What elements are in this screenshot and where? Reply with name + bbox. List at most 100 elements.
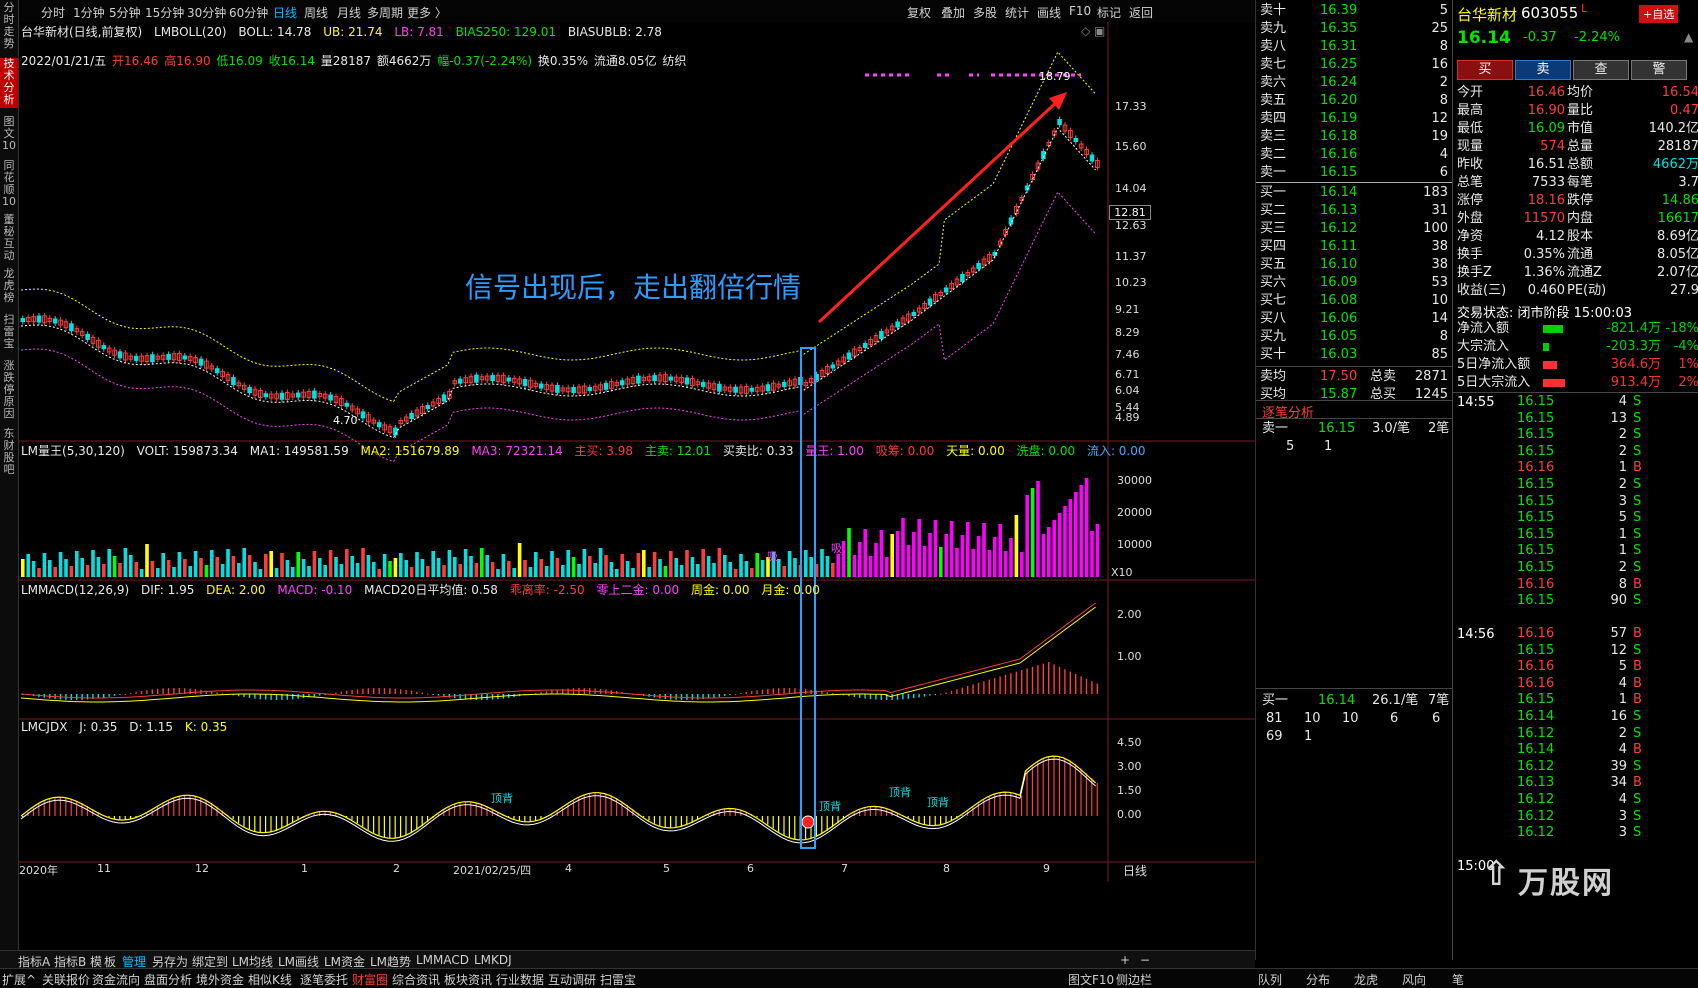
sidebar-toggle-tab[interactable]: 侧边栏	[1116, 971, 1152, 988]
queue-tab[interactable]: 队列	[1258, 971, 1282, 988]
foreign-fund-tab[interactable]: 境外资金	[196, 971, 244, 988]
order-book-row[interactable]: 卖十 16.39 5	[1260, 2, 1448, 20]
vol-indicator-name[interactable]: LM量王(5,30,120)	[21, 444, 125, 458]
kline-chart-canvas[interactable]	[19, 22, 1255, 950]
order-book-row[interactable]: 卖七 16.25 16	[1260, 56, 1448, 74]
fund-flow-tab[interactable]: 资金流向	[92, 971, 140, 988]
order-book-row[interactable]: 卖一 16.15 6	[1260, 164, 1448, 182]
order-book-row[interactable]: 买八 16.06 14	[1260, 310, 1448, 328]
order-by-order-tab[interactable]: 逐笔委托	[300, 971, 348, 988]
order-book-row[interactable]: 卖六 16.24 2	[1260, 74, 1448, 92]
period-fenshi[interactable]: 分时	[41, 4, 65, 21]
back-button[interactable]: 返回	[1129, 4, 1153, 21]
order-book-row[interactable]: 买四 16.11 38	[1260, 238, 1448, 256]
saolei-tab[interactable]: 扫雷宝	[600, 971, 636, 988]
order-book-row[interactable]: 买六 16.09 53	[1260, 274, 1448, 292]
book-level-price: 16.08	[1320, 293, 1358, 308]
book-level-label: 卖九	[1260, 21, 1287, 36]
period-1min[interactable]: 1分钟	[73, 4, 105, 21]
multi-stock-button[interactable]: 多股	[973, 4, 997, 21]
stat-key: 昨收	[1457, 157, 1484, 172]
sidebar-item-technical[interactable]: 技术分析	[0, 58, 18, 108]
macd-histogram-bar	[880, 694, 882, 700]
volume-bar	[609, 562, 614, 577]
sell-button[interactable]: 卖	[1515, 60, 1571, 80]
f10-button[interactable]: F10	[1069, 4, 1091, 18]
period-weekly[interactable]: 周线	[304, 4, 328, 21]
wealth-circle-tab[interactable]: 财富圈	[352, 971, 388, 988]
trade-price: 16.15	[1517, 543, 1555, 559]
lm-kdj-tab[interactable]: LMKDJ	[474, 953, 512, 967]
industry-data-tab[interactable]: 行业数据	[496, 971, 544, 988]
order-book-row[interactable]: 卖三 16.18 19	[1260, 128, 1448, 146]
panel-settings-icon[interactable]: ◇ ▣	[1081, 24, 1105, 38]
mark-button[interactable]: 标记	[1097, 4, 1121, 21]
lhb-tab[interactable]: 龙虎	[1354, 971, 1378, 988]
overlay-button[interactable]: 叠加	[941, 4, 965, 21]
fuquan-button[interactable]: 复权	[907, 4, 931, 21]
sidebar-item-reason[interactable]: 涨跌停原因	[0, 360, 18, 420]
alert-button[interactable]: 警	[1631, 60, 1687, 80]
query-button[interactable]: 查	[1573, 60, 1629, 80]
order-book-row[interactable]: 卖二 16.16 4	[1260, 146, 1448, 164]
draw-line-button[interactable]: 画线	[1037, 4, 1061, 21]
lm-macd-tab[interactable]: LMMACD	[416, 953, 469, 967]
period-15min[interactable]: 15分钟	[145, 4, 184, 21]
kdj-histogram-bar	[864, 807, 866, 816]
boll-indicator-name[interactable]: LMBOLL(20)	[154, 25, 227, 39]
similar-k-tab[interactable]: 相似K线	[248, 971, 292, 988]
order-book-row[interactable]: 买二 16.13 31	[1260, 202, 1448, 220]
stat-value: 0.47	[1670, 103, 1698, 118]
kdj-histogram-bar	[81, 803, 83, 816]
volume-bar	[134, 562, 138, 577]
sidebar-item-lhb[interactable]: 龙虎榜	[0, 268, 18, 304]
order-book-row[interactable]: 买七 16.08 10	[1260, 292, 1448, 310]
period-more[interactable]: 更多 〉	[407, 4, 447, 21]
order-book-row[interactable]: 买十 16.03 85	[1260, 346, 1448, 364]
sidebar-item-saolei[interactable]: 扫雷宝	[0, 314, 18, 350]
sidebar-item-guba[interactable]: 东财股吧	[0, 428, 18, 476]
market-analysis-tab[interactable]: 盘面分析	[144, 971, 192, 988]
period-5min[interactable]: 5分钟	[109, 4, 141, 21]
order-book-row[interactable]: 卖八 16.31 8	[1260, 38, 1448, 56]
buy-button[interactable]: 买	[1457, 60, 1513, 80]
order-book-row[interactable]: 买五 16.10 38	[1260, 256, 1448, 274]
zoom-out-icon[interactable]: −	[1140, 953, 1150, 967]
news-tab[interactable]: 综合资讯	[392, 971, 440, 988]
sidebar-item-f10[interactable]: 图文10	[0, 116, 18, 152]
distribution-tab[interactable]: 分布	[1306, 971, 1330, 988]
f10-graphic-tab[interactable]: 图文F10	[1068, 971, 1114, 988]
expand-tab[interactable]: 扩展^	[2, 971, 36, 988]
period-monthly[interactable]: 月线	[337, 4, 361, 21]
order-book-row[interactable]: 买三 16.12 100	[1260, 220, 1448, 238]
chart-area[interactable]: 台华新材(日线,前复权) LMBOLL(20) BOLL: 14.78 UB: …	[19, 22, 1255, 950]
kdj-indicator-name[interactable]: LMCJDX	[21, 720, 67, 734]
order-book-row[interactable]: 买一 16.14 183	[1260, 184, 1448, 202]
period-multi[interactable]: 多周期	[367, 4, 403, 21]
order-book-row[interactable]: 买九 16.05 8	[1260, 328, 1448, 346]
book-level-label: 卖四	[1260, 111, 1287, 126]
date-axis-label: 2021/02/25/四	[453, 864, 532, 877]
sidebar-item-timeshare[interactable]: 分时走势	[0, 2, 18, 50]
zoom-in-icon[interactable]: +	[1120, 953, 1130, 967]
stats-button[interactable]: 统计	[1005, 4, 1029, 21]
add-watchlist-button[interactable]: +自选	[1639, 5, 1679, 23]
period-60min[interactable]: 60分钟	[229, 4, 268, 21]
order-book-row[interactable]: 卖五 16.20 8	[1260, 92, 1448, 110]
period-30min[interactable]: 30分钟	[187, 4, 226, 21]
sidebar-item-dongmi[interactable]: 董秘互动	[0, 214, 18, 262]
pin-icon[interactable]: ▲	[1684, 30, 1693, 44]
macd-indicator-name[interactable]: LMMACD(12,26,9)	[21, 583, 129, 597]
order-book-row[interactable]: 卖九 16.35 25	[1260, 20, 1448, 38]
volume-bar	[685, 550, 689, 577]
trend-tab[interactable]: 风向	[1402, 971, 1426, 988]
period-daily[interactable]: 日线	[273, 4, 297, 21]
interaction-tab[interactable]: 互动调研	[548, 971, 596, 988]
sector-news-tab[interactable]: 板块资讯	[444, 971, 492, 988]
tick-tab[interactable]: 笔	[1452, 971, 1464, 988]
related-quote-tab[interactable]: 关联报价	[42, 971, 90, 988]
order-book-row[interactable]: 卖四 16.19 12	[1260, 110, 1448, 128]
date-axis-label: 6	[747, 862, 754, 875]
sidebar-item-ths[interactable]: 同花顺10	[0, 160, 18, 208]
kdj-histogram-bar	[400, 816, 402, 838]
